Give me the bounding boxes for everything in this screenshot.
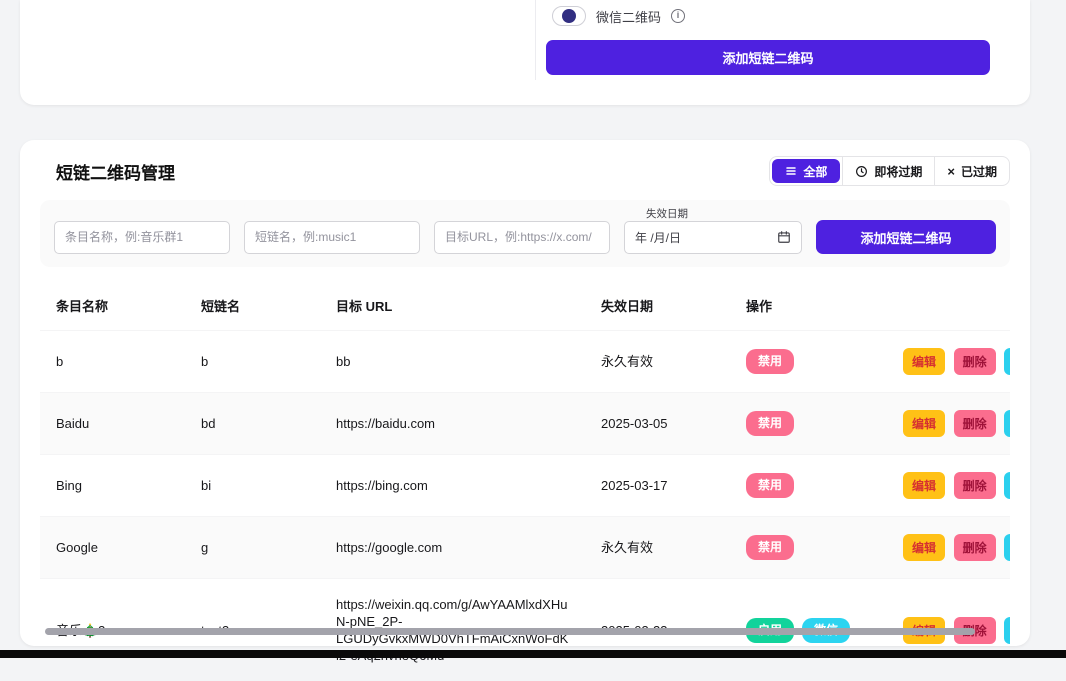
qrcode-button[interactable]: 二维码 xyxy=(1004,617,1010,644)
expiry-date-field: 失效日期 年 /月/日 xyxy=(624,221,802,254)
table-row: Bing bi https://bing.com 2025-03-17 禁用 编… xyxy=(40,455,1010,517)
edit-button[interactable]: 编辑 xyxy=(903,348,945,375)
filter-tabs: 全部 即将过期 × 已过期 xyxy=(769,156,1010,186)
status-badge[interactable]: 禁用 xyxy=(746,473,794,498)
filter-tab-label: 即将过期 xyxy=(874,163,922,180)
target-url-input[interactable] xyxy=(434,221,610,254)
qr-table: 条目名称 短链名 目标 URL 失效日期 操作 b b bb 永久有效 禁用 编… xyxy=(40,283,1010,681)
expiry-cell: 永久有效 xyxy=(585,517,730,579)
toggle-knob xyxy=(562,9,576,23)
column-header-slug: 短链名 xyxy=(185,283,320,331)
filter-tab-expired[interactable]: × 已过期 xyxy=(934,157,1009,185)
add-qr-button[interactable]: 添加短链二维码 xyxy=(816,220,996,254)
url-cell: https://bing.com xyxy=(320,455,585,517)
delete-button[interactable]: 删除 xyxy=(954,534,996,561)
edit-button[interactable]: 编辑 xyxy=(903,534,945,561)
filter-tab-label: 已过期 xyxy=(961,163,997,180)
filter-tab-label: 全部 xyxy=(803,163,827,180)
add-entry-form: 失效日期 年 /月/日 添加短链二维码 xyxy=(40,200,1010,267)
column-header-name: 条目名称 xyxy=(40,283,185,331)
filter-tab-expiring[interactable]: 即将过期 xyxy=(842,157,934,185)
qrcode-button[interactable]: 二维码 xyxy=(1004,534,1010,561)
slug-cell: bi xyxy=(185,455,320,517)
url-cell: bb xyxy=(320,331,585,393)
filter-tab-all[interactable]: 全部 xyxy=(772,159,840,183)
status-badge[interactable]: 禁用 xyxy=(746,535,794,560)
wechat-qr-settings: 微信二维码 i 添加短链二维码 xyxy=(535,0,990,80)
slug-input[interactable] xyxy=(244,221,420,254)
qrcode-button[interactable]: 二维码 xyxy=(1004,472,1010,499)
expiry-date-label: 失效日期 xyxy=(646,206,688,221)
wechat-qr-panel: 微信二维码 i 添加短链二维码 xyxy=(20,0,1030,105)
status-badge[interactable]: 禁用 xyxy=(746,411,794,436)
entry-name-cell: Baidu xyxy=(40,393,185,455)
table-row: Baidu bd https://baidu.com 2025-03-05 禁用… xyxy=(40,393,1010,455)
edit-button[interactable]: 编辑 xyxy=(903,472,945,499)
table-row: b b bb 永久有效 禁用 编辑 删除 二维码 xyxy=(40,331,1010,393)
column-header-url: 目标 URL xyxy=(320,283,585,331)
column-header-actions: 操作 xyxy=(730,283,895,331)
list-icon xyxy=(785,165,797,177)
delete-button[interactable]: 删除 xyxy=(954,348,996,375)
wechat-qr-toggle[interactable] xyxy=(552,6,586,26)
horizontal-scrollbar[interactable] xyxy=(45,628,975,635)
add-qr-button-top[interactable]: 添加短链二维码 xyxy=(546,40,990,75)
qr-management-card: 短链二维码管理 全部 即将过期 × 已过期 失效日 xyxy=(20,140,1030,646)
table-row: Google g https://google.com 永久有效 禁用 编辑 删… xyxy=(40,517,1010,579)
edit-button[interactable]: 编辑 xyxy=(903,410,945,437)
column-header-expiry: 失效日期 xyxy=(585,283,730,331)
expiry-cell: 永久有效 xyxy=(585,331,730,393)
qrcode-button[interactable]: 二维码 xyxy=(1004,348,1010,375)
url-cell: https://baidu.com xyxy=(320,393,585,455)
delete-button[interactable]: 删除 xyxy=(954,410,996,437)
table-header-row: 条目名称 短链名 目标 URL 失效日期 操作 xyxy=(40,283,1010,331)
qrcode-button[interactable]: 二维码 xyxy=(1004,410,1010,437)
expiry-cell: 2025-03-05 xyxy=(585,393,730,455)
slug-cell: b xyxy=(185,331,320,393)
slug-cell: g xyxy=(185,517,320,579)
entry-name-cell: b xyxy=(40,331,185,393)
entry-name-cell: Bing xyxy=(40,455,185,517)
clock-icon xyxy=(855,165,868,178)
wechat-qr-toggle-label: 微信二维码 xyxy=(596,7,661,26)
delete-button[interactable]: 删除 xyxy=(954,472,996,499)
expiry-date-input[interactable]: 年 /月/日 xyxy=(624,221,802,254)
info-icon[interactable]: i xyxy=(671,9,685,23)
status-badge[interactable]: 禁用 xyxy=(746,349,794,374)
calendar-icon[interactable] xyxy=(777,230,791,244)
bottom-edge xyxy=(0,650,1066,658)
column-header-extra xyxy=(895,283,1010,331)
slug-cell: bd xyxy=(185,393,320,455)
x-icon: × xyxy=(947,165,955,178)
entry-name-input[interactable] xyxy=(54,221,230,254)
entry-name-cell: Google xyxy=(40,517,185,579)
date-value: 年 /月/日 xyxy=(635,229,681,246)
page-title: 短链二维码管理 xyxy=(56,159,175,184)
url-cell: https://google.com xyxy=(320,517,585,579)
expiry-cell: 2025-03-17 xyxy=(585,455,730,517)
